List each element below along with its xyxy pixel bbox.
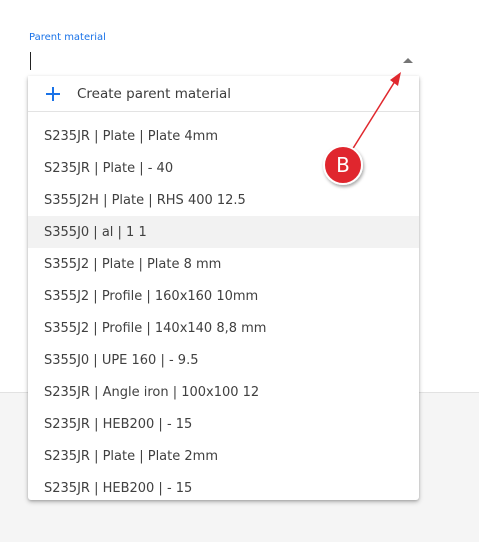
annotation-arrow-head-icon: [390, 72, 401, 86]
annotation-badge-label: B: [336, 153, 350, 177]
annotation-overlay: B: [323, 72, 401, 185]
annotation-arrow-line: [351, 77, 398, 151]
